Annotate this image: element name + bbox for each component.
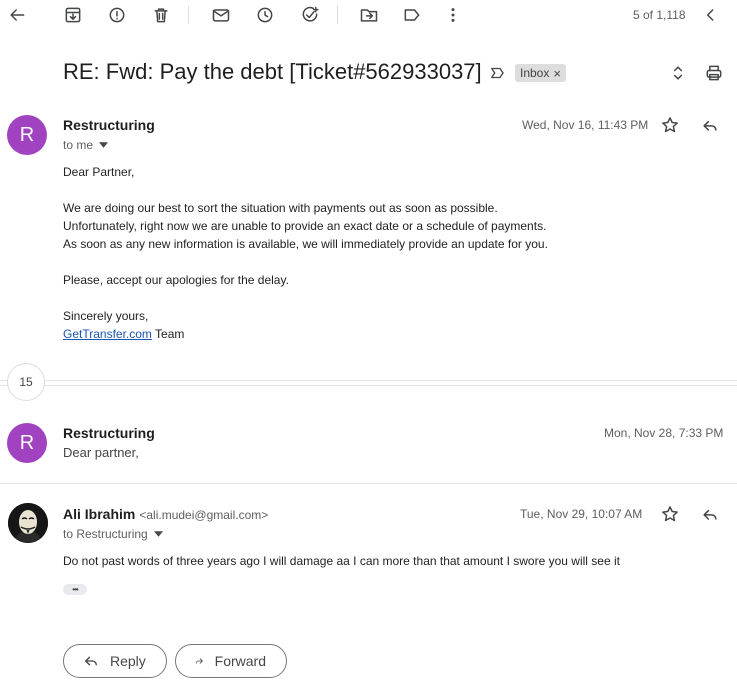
newer-chevron-left-icon[interactable] xyxy=(699,3,723,27)
snooze-clock-icon[interactable] xyxy=(253,3,277,27)
sender-name[interactable]: Restructuring xyxy=(63,117,155,133)
archive-icon[interactable] xyxy=(61,3,85,27)
forward-button[interactable]: Forward xyxy=(175,644,287,678)
mask-avatar-image xyxy=(8,503,48,543)
toolbar-divider xyxy=(337,6,338,24)
dropdown-caret-icon xyxy=(153,531,163,537)
collapsed-messages-count[interactable]: 15 xyxy=(7,363,45,401)
message-divider xyxy=(0,483,737,484)
add-task-icon[interactable] xyxy=(298,3,322,27)
recipient-text: to Restructuring xyxy=(63,527,148,541)
message-signoff: Sincerely yours, xyxy=(63,309,149,323)
inbox-label-chip: Inbox × xyxy=(515,64,566,82)
ellipsis-icon: ••• xyxy=(72,585,78,594)
dropdown-caret-icon xyxy=(99,142,109,148)
avatar[interactable] xyxy=(8,503,48,543)
gettransfer-link[interactable]: GetTransfer.com xyxy=(63,327,152,341)
sender-name[interactable]: Ali Ibrahim xyxy=(63,506,135,522)
more-vertical-icon[interactable] xyxy=(441,3,465,27)
back-arrow-icon[interactable] xyxy=(5,3,29,27)
reply-arrow-icon[interactable] xyxy=(698,113,722,137)
remove-label-close-icon[interactable]: × xyxy=(553,66,561,81)
message-date: Tue, Nov 29, 10:07 AM xyxy=(520,507,643,521)
collapsed-divider-top xyxy=(0,380,737,381)
expand-all-icon[interactable] xyxy=(666,61,690,85)
show-trimmed-content-button[interactable]: ••• xyxy=(63,584,87,595)
recipient-toggle[interactable]: to Restructuring xyxy=(63,527,163,541)
collapsed-divider-bottom xyxy=(0,385,737,386)
message-counter: 5 of 1,118 xyxy=(633,8,686,22)
message-date: Wed, Nov 16, 11:43 PM xyxy=(522,118,649,132)
collapsed-count-text: 15 xyxy=(19,375,33,389)
sender-email[interactable]: <ali.mudei@gmail.com> xyxy=(139,508,268,522)
recipient-text: to me xyxy=(63,138,94,152)
subject-title: RE: Fwd: Pay the debt [Ticket#562933037] xyxy=(63,59,482,84)
message-signature: GetTransfer.com Team xyxy=(63,325,184,343)
message-date: Mon, Nov 28, 7:33 PM xyxy=(604,426,724,440)
report-spam-icon[interactable] xyxy=(105,3,129,27)
signature-team: Team xyxy=(151,327,185,341)
forward-button-label: Forward xyxy=(214,653,266,669)
importance-marker-icon[interactable] xyxy=(485,61,509,85)
recipient-toggle[interactable]: to me xyxy=(63,138,109,152)
message-greeting: Dear Partner, xyxy=(63,165,135,179)
sender-name[interactable]: Restructuring xyxy=(63,425,155,441)
message-line: We are doing our best to sort the situat… xyxy=(63,201,498,215)
label-icon[interactable] xyxy=(400,3,424,27)
forward-arrow-icon xyxy=(195,658,203,664)
reply-arrow-icon xyxy=(85,656,97,666)
avatar[interactable]: R xyxy=(7,115,47,155)
star-icon[interactable] xyxy=(658,502,682,526)
message-line: Unfortunately, right now we are unable t… xyxy=(63,219,547,233)
message-snippet[interactable]: Dear partner, xyxy=(63,445,139,460)
reply-button[interactable]: Reply xyxy=(63,644,167,678)
delete-icon[interactable] xyxy=(149,3,173,27)
print-icon[interactable] xyxy=(702,61,726,85)
inbox-label-text: Inbox xyxy=(520,66,550,80)
message-line: Please, accept our apologies for the del… xyxy=(63,273,289,287)
reply-arrow-icon[interactable] xyxy=(698,502,722,526)
message-line: As soon as any new information is availa… xyxy=(63,237,548,251)
move-to-folder-icon[interactable] xyxy=(357,3,381,27)
toolbar-divider xyxy=(188,6,189,24)
avatar[interactable]: R xyxy=(7,423,47,463)
mark-unread-icon[interactable] xyxy=(209,3,233,27)
sender-line: Ali Ibrahim <ali.mudei@gmail.com> xyxy=(63,506,268,522)
star-icon[interactable] xyxy=(658,113,682,137)
message-body: Do not past words of three years ago I w… xyxy=(63,554,620,568)
reply-button-label: Reply xyxy=(110,653,146,669)
